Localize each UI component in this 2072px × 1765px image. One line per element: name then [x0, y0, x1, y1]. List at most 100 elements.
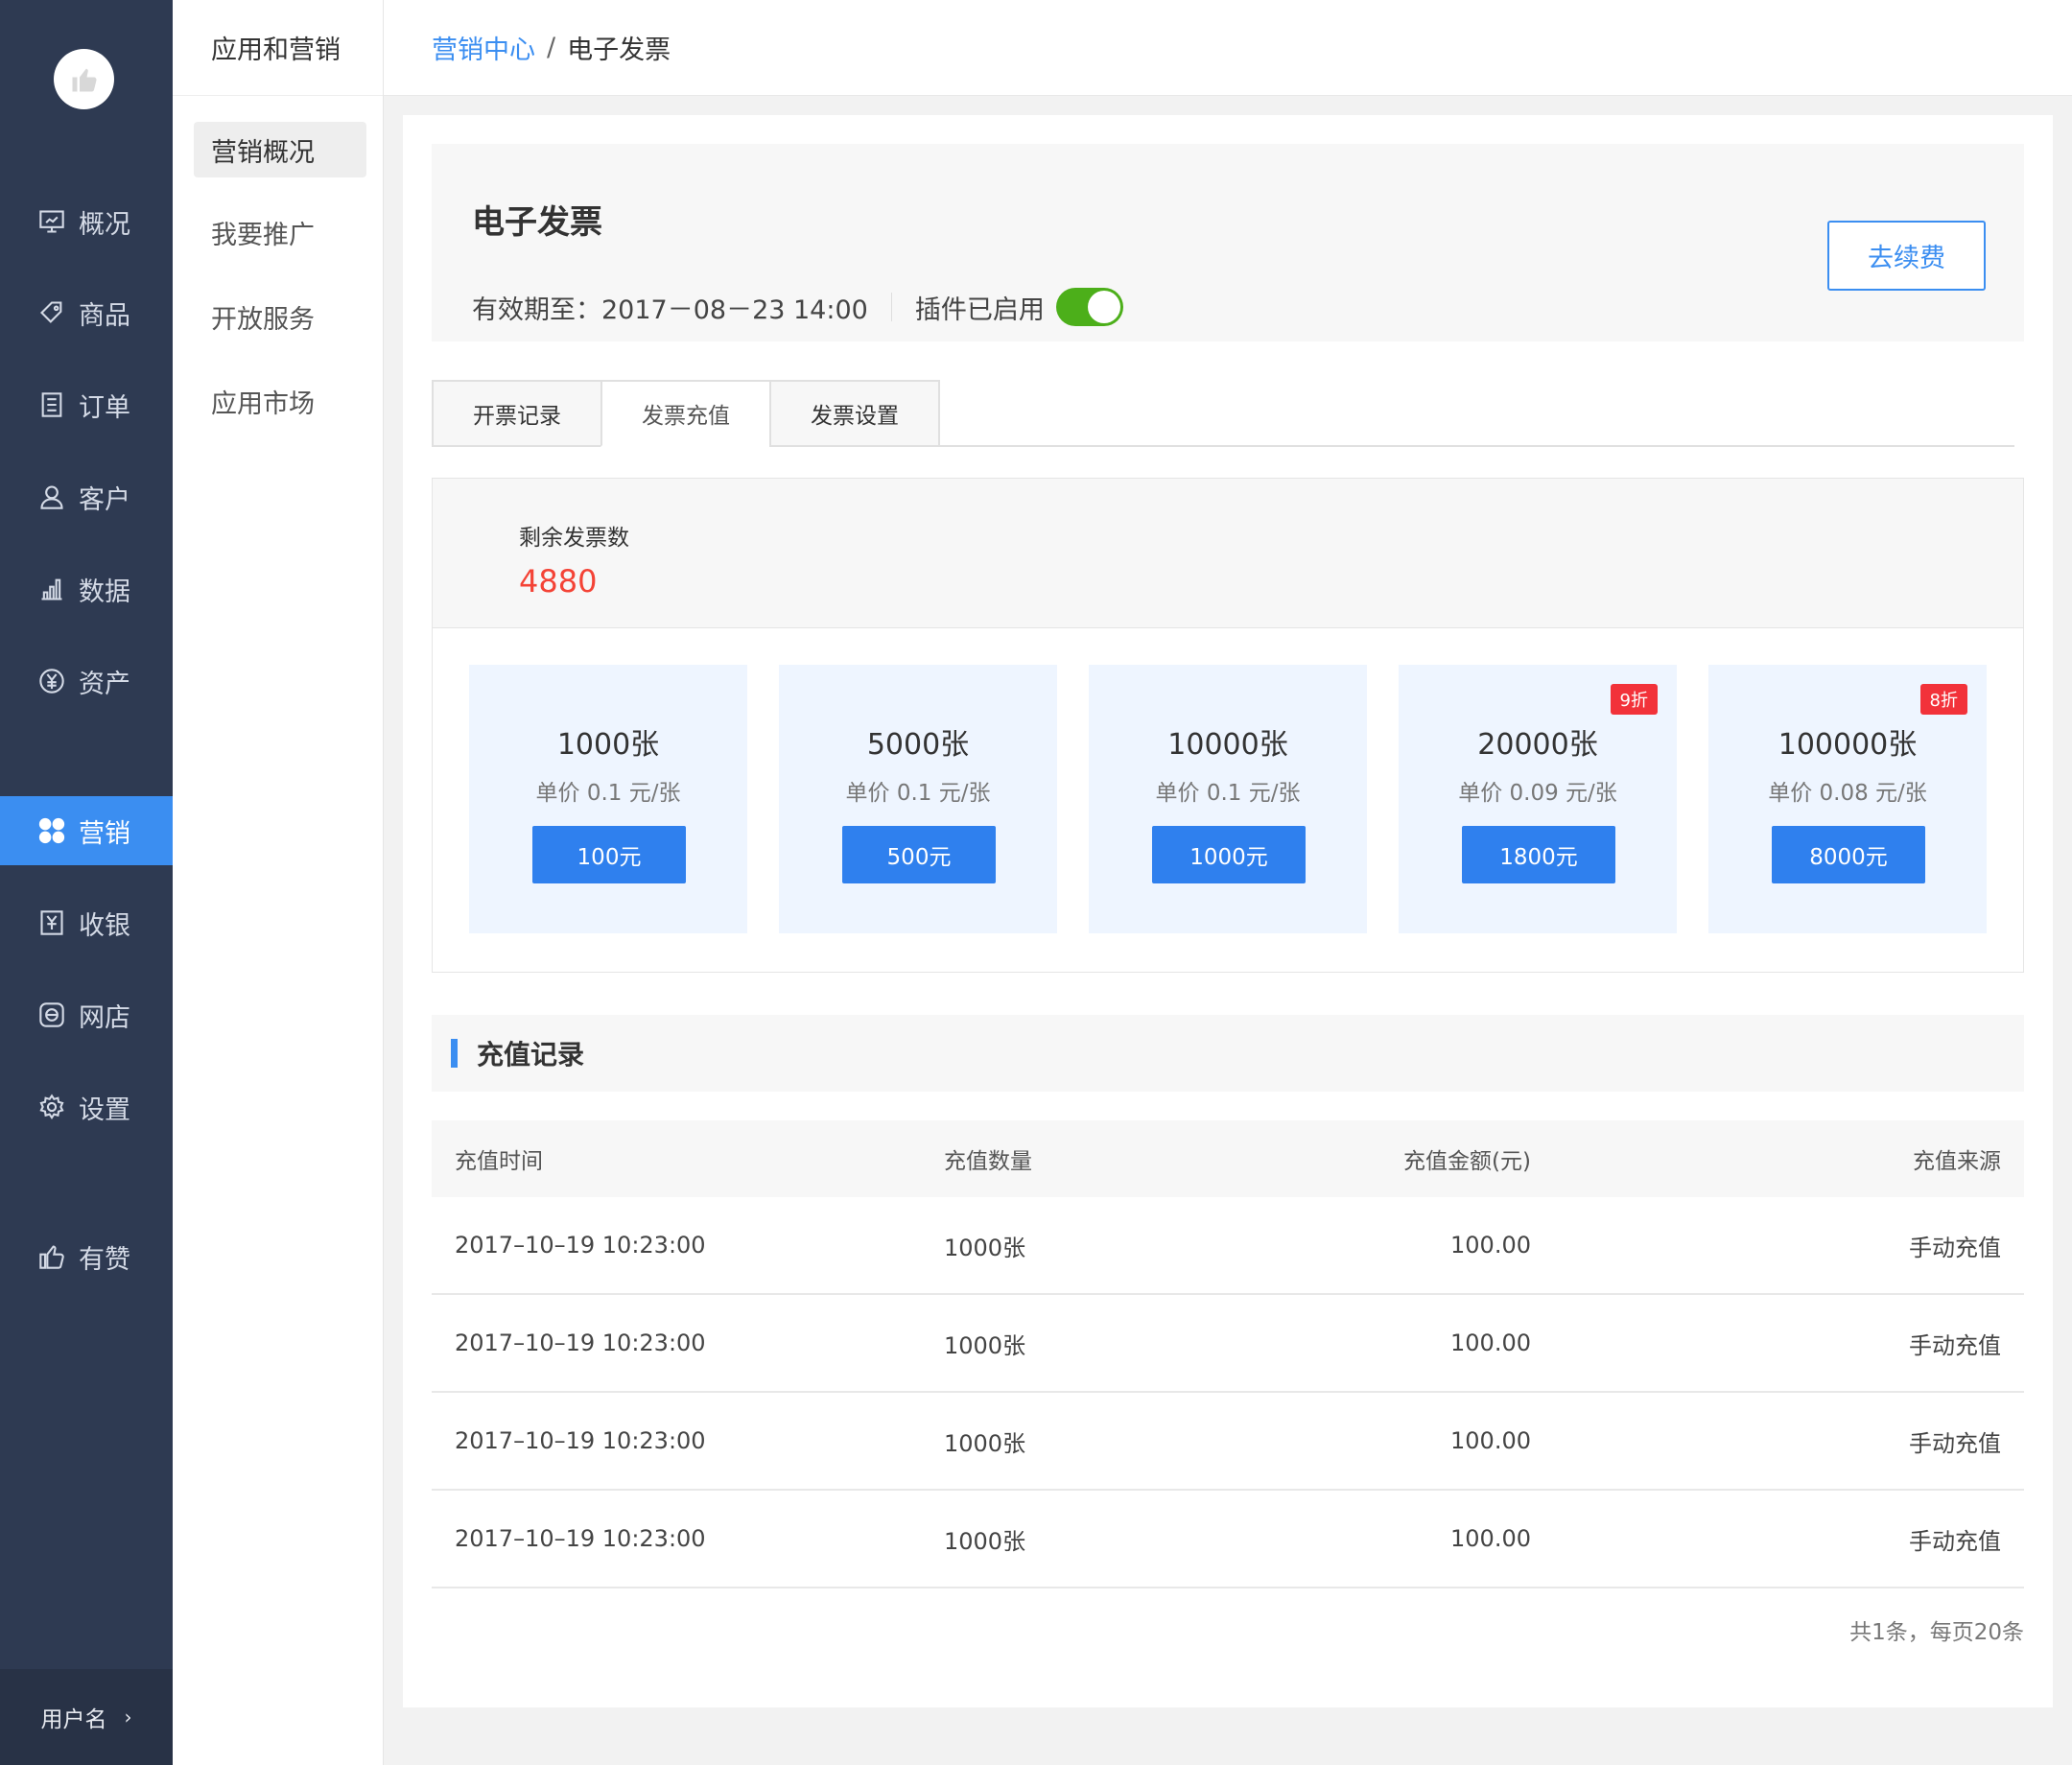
- table-row: 2017–10–19 10:23:00 1000张 100.00 手动充值: [432, 1393, 2024, 1491]
- presentation-icon: [36, 206, 67, 237]
- package-buy-button[interactable]: 8000元: [1772, 826, 1925, 883]
- package-card: 5000张 单价 0.1 元/张 500元: [779, 665, 1057, 933]
- tab-invoice-records[interactable]: 开票记录: [432, 380, 602, 447]
- package-buy-button[interactable]: 100元: [532, 826, 686, 883]
- tab-invoice-recharge[interactable]: 发票充值: [600, 380, 771, 447]
- plugin-toggle[interactable]: [1055, 288, 1123, 326]
- breadcrumb-separator: /: [547, 33, 556, 62]
- main-content: 电子发票 有效期至：2017－08－23 14:00 插件已启用 去续费 开票记…: [403, 115, 2053, 1707]
- sidebar-item-label: 订单: [79, 392, 130, 423]
- cell-amount: 100.00: [1450, 1232, 1531, 1259]
- package-buy-button[interactable]: 500元: [842, 826, 996, 883]
- cell-quantity: 1000张: [944, 1331, 1026, 1359]
- sidebar-item-label: 资产: [79, 669, 130, 699]
- sidebar-item-youzan[interactable]: 有赞: [0, 1222, 173, 1291]
- cell-quantity: 1000张: [944, 1527, 1026, 1555]
- sidebar-item-settings[interactable]: 设置: [0, 1072, 173, 1141]
- main-sidebar: 概况 商品 订单 客户 数据 资产 营销 收银 网店 设置 有赞 用户名 ›: [0, 0, 173, 1765]
- table-row: 2017–10–19 10:23:00 1000张 100.00 手动充值: [432, 1197, 2024, 1295]
- user-icon: [36, 482, 67, 512]
- package-quantity: 5000张: [866, 728, 970, 762]
- package-quantity: 20000张: [1477, 728, 1598, 762]
- package-unit-price: 单价 0.1 元/张: [845, 781, 991, 806]
- remaining-invoices: 剩余发票数 4880: [433, 479, 2023, 628]
- subnav-item-promote[interactable]: 我要推广: [194, 204, 366, 260]
- cell-source: 手动充值: [1909, 1429, 2001, 1457]
- cell-time: 2017–10–19 10:23:00: [455, 1232, 706, 1259]
- package-buy-button[interactable]: 1000元: [1152, 826, 1306, 883]
- records-section-header: 充值记录: [432, 1015, 2024, 1092]
- thumbs-up-icon: [72, 68, 97, 91]
- sidebar-item-orders[interactable]: 订单: [0, 370, 173, 439]
- package-quantity: 100000张: [1778, 728, 1918, 762]
- cell-quantity: 1000张: [944, 1429, 1026, 1457]
- recharge-panel: 剩余发票数 4880 1000张 单价 0.1 元/张 100元 5000张 单…: [432, 478, 2024, 973]
- meta-divider: [890, 293, 892, 321]
- user-menu[interactable]: 用户名 ›: [0, 1669, 173, 1765]
- cell-quantity: 1000张: [944, 1234, 1026, 1261]
- remaining-value: 4880: [519, 563, 598, 600]
- remaining-label: 剩余发票数: [519, 526, 629, 551]
- column-header: 充值来源: [1913, 1149, 2001, 1174]
- plugin-summary: 电子发票 有效期至：2017－08－23 14:00 插件已启用 去续费: [432, 144, 2024, 341]
- package-quantity: 10000张: [1167, 728, 1288, 762]
- section-marker: [451, 1039, 458, 1068]
- sidebar-item-label: 数据: [79, 577, 130, 607]
- sidebar-item-shop[interactable]: 网店: [0, 980, 173, 1049]
- toggle-knob: [1087, 291, 1120, 323]
- package-card: 10000张 单价 0.1 元/张 1000元: [1089, 665, 1367, 933]
- discount-badge: 9折: [1610, 684, 1658, 715]
- subnav-item-marketing-overview[interactable]: 营销概况: [194, 122, 366, 177]
- grid-icon: [36, 815, 67, 846]
- username: 用户名: [40, 1707, 107, 1732]
- package-card: 8折 100000张 单价 0.08 元/张 8000元: [1708, 665, 1987, 933]
- table-row: 2017–10–19 10:23:00 1000张 100.00 手动充值: [432, 1295, 2024, 1393]
- renew-button[interactable]: 去续费: [1827, 221, 1986, 291]
- chevron-right-icon: ›: [124, 1706, 132, 1729]
- cell-amount: 100.00: [1450, 1330, 1531, 1356]
- breadcrumb-parent-link[interactable]: 营销中心: [432, 29, 535, 66]
- sidebar-item-assets[interactable]: 资产: [0, 647, 173, 716]
- yen-circle-icon: [36, 666, 67, 696]
- sidebar-item-cashier[interactable]: 收银: [0, 888, 173, 957]
- sidebar-item-label: 有赞: [79, 1244, 130, 1275]
- package-unit-price: 单价 0.1 元/张: [535, 781, 681, 806]
- package-unit-price: 单价 0.1 元/张: [1155, 781, 1301, 806]
- breadcrumb: 营销中心 / 电子发票: [384, 0, 2072, 96]
- secondary-sidebar: 应用和营销 营销概况 我要推广 开放服务 应用市场: [173, 0, 384, 1765]
- package-buy-button[interactable]: 1800元: [1462, 826, 1615, 883]
- column-header: 充值金额(元): [1403, 1149, 1531, 1174]
- page-title: 电子发票: [472, 203, 602, 242]
- sidebar-item-customers[interactable]: 客户: [0, 462, 173, 531]
- subnav-title: 应用和营销: [173, 0, 383, 96]
- column-header: 充值时间: [455, 1149, 543, 1174]
- tab-invoice-settings[interactable]: 发票设置: [769, 380, 940, 447]
- sidebar-item-data[interactable]: 数据: [0, 554, 173, 624]
- tag-icon: [36, 297, 67, 328]
- subnav-item-open-services[interactable]: 开放服务: [194, 289, 366, 344]
- thumbs-up-icon: [36, 1241, 67, 1272]
- sidebar-item-overview[interactable]: 概况: [0, 187, 173, 256]
- cell-time: 2017–10–19 10:23:00: [455, 1427, 706, 1454]
- sidebar-item-label: 网店: [79, 1002, 130, 1033]
- package-quantity: 1000张: [556, 728, 660, 762]
- cell-time: 2017–10–19 10:23:00: [455, 1525, 706, 1552]
- cell-amount: 100.00: [1450, 1525, 1531, 1552]
- sidebar-item-goods[interactable]: 商品: [0, 278, 173, 347]
- subnav-item-app-market[interactable]: 应用市场: [194, 373, 366, 429]
- cell-source: 手动充值: [1909, 1331, 2001, 1359]
- package-list: 1000张 单价 0.1 元/张 100元 5000张 单价 0.1 元/张 5…: [433, 628, 2023, 974]
- column-header: 充值数量: [944, 1149, 1032, 1174]
- table-row: 2017–10–19 10:23:00 1000张 100.00 手动充值: [432, 1491, 2024, 1588]
- package-unit-price: 单价 0.09 元/张: [1458, 781, 1617, 806]
- breadcrumb-current: 电子发票: [567, 35, 671, 65]
- document-icon: [36, 389, 67, 420]
- gear-icon: [36, 1092, 67, 1122]
- cell-time: 2017–10–19 10:23:00: [455, 1330, 706, 1356]
- cell-amount: 100.00: [1450, 1427, 1531, 1454]
- package-card: 9折 20000张 单价 0.09 元/张 1800元: [1399, 665, 1677, 933]
- sidebar-item-label: 商品: [79, 300, 130, 331]
- plugin-status-text: 插件已启用: [914, 294, 1045, 325]
- logo[interactable]: [54, 49, 114, 109]
- sidebar-item-marketing[interactable]: 营销: [0, 796, 173, 865]
